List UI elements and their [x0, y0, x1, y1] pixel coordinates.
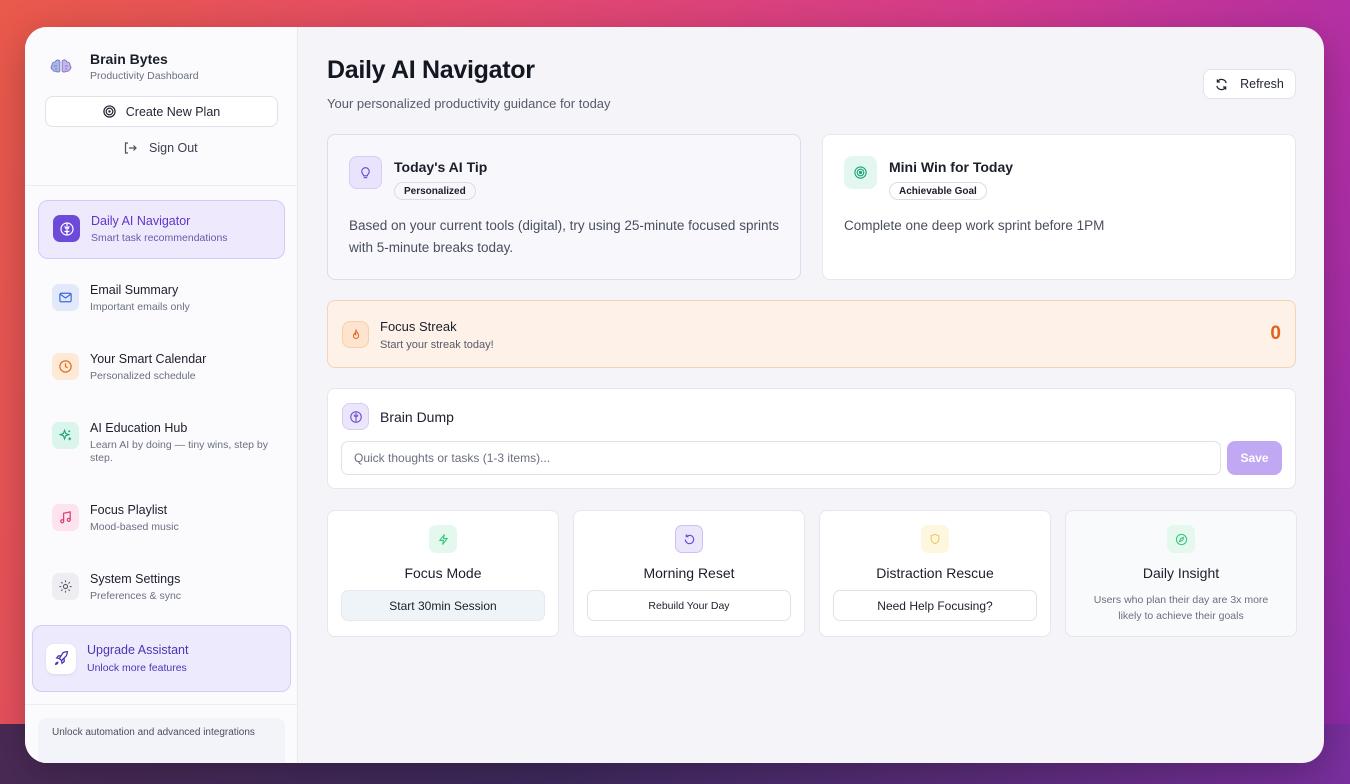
sidebar-item-sublabel: Personalized schedule — [90, 370, 196, 382]
brain-icon — [342, 403, 369, 430]
logout-icon — [123, 141, 137, 155]
mail-icon — [52, 284, 79, 311]
refresh-label: Refresh — [1240, 77, 1284, 91]
sidebar-item-label: Email Summary — [90, 283, 179, 297]
sidebar-item-label: Daily AI Navigator — [91, 214, 191, 228]
brand-title: Brain Bytes — [90, 51, 168, 67]
sidebar-item-email-summary[interactable]: Email Summary Important emails only — [38, 270, 285, 327]
daily-insight-title: Daily Insight — [1142, 565, 1220, 581]
compass-icon — [1167, 525, 1195, 553]
sidebar-item-label: AI Education Hub — [90, 421, 188, 435]
sign-out-label: Sign Out — [149, 141, 198, 155]
gear-icon — [52, 573, 79, 600]
flame-icon — [342, 321, 369, 348]
save-button[interactable]: Save — [1227, 441, 1282, 475]
promo-text: Unlock automation and advanced integrati… — [38, 718, 285, 763]
brand: Brain Bytes Productivity Dashboard — [49, 51, 199, 82]
refresh-button[interactable]: Refresh — [1203, 69, 1296, 99]
brain-icon — [53, 215, 80, 242]
achievable-goal-badge: Achievable Goal — [889, 182, 987, 200]
target-icon — [103, 105, 116, 118]
brand-subtitle: Productivity Dashboard — [90, 70, 199, 82]
mini-win-card: Mini Win for Today Achievable Goal Compl… — [822, 134, 1296, 280]
music-icon — [52, 504, 79, 531]
sidebar-item-sublabel: Preferences & sync — [90, 590, 182, 602]
sidebar-item-sublabel: Learn AI by doing — tiny wins, step by s… — [90, 439, 269, 464]
app-window: Brain Bytes Productivity Dashboard Creat… — [25, 27, 1324, 763]
distraction-rescue-card: Distraction Rescue Need Help Focusing? — [819, 510, 1051, 637]
sidebar-item-label: Focus Playlist — [90, 503, 168, 517]
sidebar-item-focus-playlist[interactable]: Focus Playlist Mood-based music — [38, 490, 285, 547]
sidebar-item-daily-ai-navigator[interactable]: Daily AI Navigator Smart task recommenda… — [38, 200, 285, 259]
main-content: Daily AI Navigator Your personalized pro… — [299, 27, 1324, 763]
sparkle-icon — [52, 422, 79, 449]
streak-count: 0 — [1270, 323, 1281, 344]
daily-insight-card: Daily Insight Users who plan their day a… — [1065, 510, 1297, 637]
sidebar: Brain Bytes Productivity Dashboard Creat… — [25, 27, 298, 763]
personalized-badge: Personalized — [394, 182, 476, 200]
focus-mode-card: Focus Mode Start 30min Session — [327, 510, 559, 637]
sidebar-item-label: Your Smart Calendar — [90, 352, 207, 366]
mini-win-body: Complete one deep work sprint before 1PM — [844, 218, 1105, 233]
brain-dump-card: Brain Dump Save — [327, 388, 1296, 489]
focus-mode-title: Focus Mode — [404, 565, 482, 581]
sidebar-item-sublabel: Important emails only — [90, 301, 190, 313]
create-new-plan-label: Create New Plan — [125, 104, 221, 119]
page-title: Daily AI Navigator — [327, 56, 535, 84]
sign-out-button[interactable]: Sign Out — [123, 141, 198, 155]
start-session-button[interactable]: Start 30min Session — [341, 590, 545, 621]
distraction-rescue-title: Distraction Rescue — [876, 565, 994, 581]
rotate-icon — [675, 525, 703, 553]
refresh-icon — [1215, 78, 1228, 91]
upgrade-title: Upgrade Assistant — [87, 643, 189, 657]
divider — [25, 185, 297, 186]
clock-icon — [52, 353, 79, 380]
morning-reset-card: Morning Reset Rebuild Your Day — [573, 510, 805, 637]
create-new-plan-button[interactable]: Create New Plan — [45, 96, 278, 127]
tip-title: Today's AI Tip — [394, 159, 488, 175]
focus-streak-banner: Focus Streak Start your streak today! 0 — [327, 300, 1296, 368]
streak-title: Focus Streak — [380, 319, 457, 334]
sidebar-item-system-settings[interactable]: System Settings Preferences & sync — [38, 559, 285, 616]
sidebar-item-sublabel: Mood-based music — [90, 521, 179, 533]
rocket-icon — [46, 643, 76, 674]
page-subtitle: Your personalized productivity guidance … — [327, 96, 611, 111]
brain-logo-icon — [49, 54, 73, 78]
lightning-icon — [429, 525, 457, 553]
brain-dump-input[interactable] — [341, 441, 1221, 475]
sidebar-item-sublabel: Smart task recommendations — [91, 232, 228, 244]
target-icon — [844, 156, 877, 189]
shield-icon — [921, 525, 949, 553]
ai-tip-card: Today's AI Tip Personalized Based on you… — [327, 134, 801, 280]
divider — [25, 704, 297, 705]
upgrade-assistant-button[interactable]: Upgrade Assistant Unlock more features — [32, 625, 291, 692]
sidebar-item-smart-calendar[interactable]: Your Smart Calendar Personalized schedul… — [38, 339, 285, 396]
sidebar-item-label: System Settings — [90, 572, 181, 586]
mini-win-title: Mini Win for Today — [889, 159, 1014, 175]
upgrade-subtitle: Unlock more features — [87, 662, 187, 674]
sidebar-item-ai-education-hub[interactable]: AI Education Hub Learn AI by doing — tin… — [38, 408, 285, 478]
lightbulb-icon — [349, 156, 382, 189]
daily-insight-text: Users who plan their day are 3x more lik… — [1093, 594, 1269, 622]
streak-subtitle: Start your streak today! — [380, 339, 494, 351]
rebuild-day-button[interactable]: Rebuild Your Day — [587, 590, 791, 621]
morning-reset-title: Morning Reset — [643, 565, 735, 581]
brain-dump-title: Brain Dump — [380, 409, 454, 425]
need-help-focusing-button[interactable]: Need Help Focusing? — [833, 590, 1037, 621]
tip-body: Based on your current tools (digital), t… — [349, 218, 779, 255]
